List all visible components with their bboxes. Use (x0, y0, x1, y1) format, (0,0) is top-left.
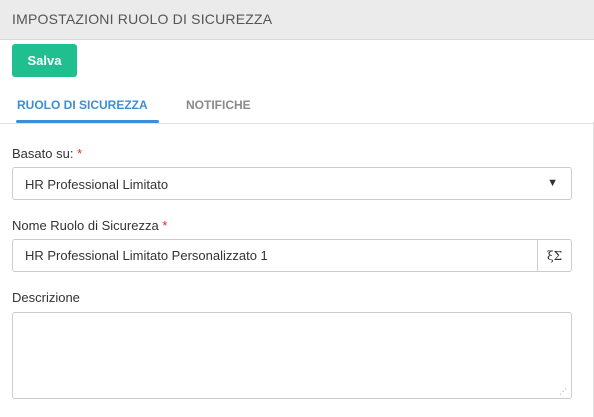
chevron-down-icon: ▼ (547, 177, 558, 189)
description-label: Descrizione (12, 290, 80, 305)
required-mark: * (162, 218, 168, 233)
resize-handle-icon[interactable]: ⋰ (559, 388, 567, 396)
tab-bar: RUOLO DI SICUREZZA NOTIFICHE (0, 90, 594, 124)
based-on-select[interactable]: HR Professional Limitato ▼ (12, 167, 572, 200)
tab-notifications[interactable]: NOTIFICHE (186, 98, 251, 112)
role-name-label: Nome Ruolo di Sicurezza * (12, 218, 167, 233)
role-name-input[interactable] (12, 239, 538, 272)
tab-security-role[interactable]: RUOLO DI SICUREZZA (17, 98, 148, 112)
based-on-select-value: HR Professional Limitato (25, 177, 169, 192)
page-title: IMPOSTAZIONI RUOLO DI SICUREZZA (12, 11, 273, 27)
role-name-label-text: Nome Ruolo di Sicurezza (12, 218, 159, 233)
save-button[interactable]: Salva (12, 44, 77, 77)
required-mark: * (77, 146, 83, 161)
description-textarea[interactable] (12, 312, 572, 399)
translate-icon: ξΣ (547, 249, 563, 263)
based-on-label: Basato su: * (12, 146, 82, 161)
page-header: IMPOSTAZIONI RUOLO DI SICUREZZA (0, 0, 594, 40)
based-on-label-text: Basato su: (12, 146, 74, 161)
role-name-field-group: ξΣ (12, 239, 572, 272)
translate-button[interactable]: ξΣ (537, 239, 572, 272)
active-tab-indicator (16, 120, 159, 123)
